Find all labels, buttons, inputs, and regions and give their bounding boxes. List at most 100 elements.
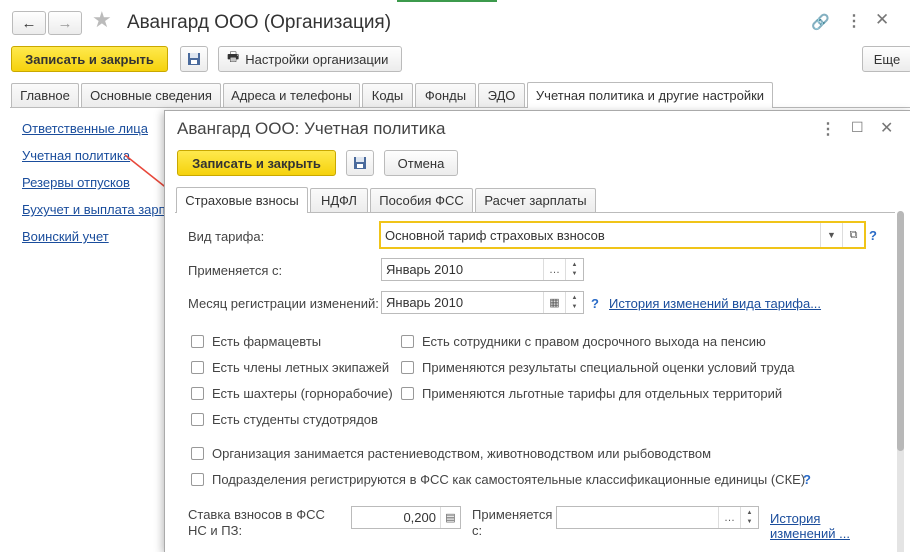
- link-military-registration[interactable]: Воинский учет: [22, 229, 109, 244]
- dialog-more-icon[interactable]: ⋮: [820, 119, 836, 139]
- tab-ndfl[interactable]: НДФЛ: [310, 188, 368, 212]
- tab-insurance-contributions[interactable]: Страховые взносы: [176, 187, 308, 213]
- check-label: Есть члены летных экипажей: [212, 360, 390, 375]
- tariff-label: Вид тарифа:: [188, 229, 265, 244]
- tab-edo[interactable]: ЭДО: [478, 83, 525, 107]
- organization-settings-label: Настройки организации: [245, 51, 389, 67]
- link-icon[interactable]: 🔗: [811, 13, 830, 31]
- rate-value: 0,200: [403, 510, 436, 525]
- chevron-down-icon[interactable]: ▼: [820, 223, 842, 247]
- maximize-icon[interactable]: ☐: [851, 119, 864, 136]
- organization-settings-button[interactable]: 🖶 Настройки организации: [218, 46, 402, 72]
- dialog-close-icon[interactable]: ✕: [880, 118, 893, 138]
- more-icon[interactable]: ⋮: [846, 11, 862, 31]
- tariff-select[interactable]: Основной тариф страховых взносов ▼ ⧉: [379, 221, 866, 249]
- applies-from-value: Январь 2010: [386, 262, 464, 277]
- reg-month-stepper[interactable]: ▲ ▼: [565, 292, 583, 313]
- scrollbar-thumb[interactable]: [897, 211, 904, 451]
- check-label: Применяются льготные тарифы для отдельны…: [422, 386, 783, 401]
- check-label: Есть студенты студотрядов: [212, 412, 378, 427]
- favorite-star-icon[interactable]: ★: [92, 7, 112, 33]
- select-dots-icon[interactable]: …: [543, 259, 565, 280]
- tab-funds[interactable]: Фонды: [415, 83, 476, 107]
- tariff-help-icon[interactable]: ?: [869, 228, 877, 243]
- save-icon-button[interactable]: [180, 46, 208, 72]
- back-button[interactable]: ←: [12, 11, 46, 35]
- checkbox[interactable]: [401, 335, 414, 348]
- reg-month-field[interactable]: Январь 2010 ▦ ▲ ▼: [381, 291, 584, 314]
- floppy-icon: [188, 53, 200, 65]
- checkbox[interactable]: [191, 361, 204, 374]
- tab-fss-benefits[interactable]: Пособия ФСС: [370, 188, 473, 212]
- link-responsible-persons[interactable]: Ответственные лица: [22, 121, 148, 136]
- dialog-save-icon-button[interactable]: [346, 150, 374, 176]
- rate-applies-label-line2: с:: [472, 523, 483, 538]
- month-stepper[interactable]: ▲ ▼: [565, 259, 583, 280]
- checkbox[interactable]: [401, 361, 414, 374]
- check-early-pension[interactable]: Есть сотрудники с правом досрочного выхо…: [401, 334, 766, 349]
- checkbox[interactable]: [191, 335, 204, 348]
- open-form-icon[interactable]: ⧉: [842, 223, 864, 247]
- tab-addresses[interactable]: Адреса и телефоны: [223, 83, 360, 107]
- link-vacation-reserves[interactable]: Резервы отпусков: [22, 175, 130, 190]
- dialog-title: Авангард ООО: Учетная политика: [177, 119, 446, 138]
- tabs-baseline: [10, 107, 910, 108]
- active-tab-indicator: [397, 0, 497, 2]
- check-students[interactable]: Есть студенты студотрядов: [191, 412, 378, 427]
- rate-label-line1: Ставка взносов в ФСС: [188, 507, 325, 522]
- rate-history-link-line1[interactable]: История: [770, 511, 820, 526]
- check-label: Применяются результаты специальной оценк…: [422, 360, 795, 375]
- check-miners[interactable]: Есть шахтеры (горнорабочие): [191, 386, 393, 401]
- checkbox[interactable]: [191, 447, 204, 460]
- scrollbar[interactable]: [897, 211, 904, 552]
- tab-payroll-calc[interactable]: Расчет зарплаты: [475, 188, 596, 212]
- rate-applies-label-line1: Применяется: [472, 507, 553, 522]
- check-label: Есть фармацевты: [212, 334, 322, 349]
- reg-month-help-icon[interactable]: ?: [591, 296, 599, 311]
- tariff-value: Основной тариф страховых взносов: [385, 227, 605, 243]
- link-accounting-policy[interactable]: Учетная политика: [22, 148, 130, 163]
- more-button[interactable]: Еще: [862, 46, 910, 72]
- dialog-save-close-button[interactable]: Записать и закрыть: [177, 150, 336, 176]
- floppy-icon: [354, 157, 366, 169]
- rate-field[interactable]: 0,200 ▤: [351, 506, 461, 529]
- check-territory-tariffs[interactable]: Применяются льготные тарифы для отдельны…: [401, 386, 782, 401]
- check-ske[interactable]: Подразделения регистрируются в ФСС как с…: [191, 472, 805, 487]
- rate-month-stepper[interactable]: ▲ ▼: [740, 507, 758, 528]
- window-title: Авангард ООО (Организация): [127, 12, 392, 33]
- reg-month-label: Месяц регистрации изменений:: [188, 296, 379, 311]
- tariff-history-link[interactable]: История изменений вида тарифа...: [609, 296, 821, 311]
- tab-codes[interactable]: Коды: [362, 83, 413, 107]
- check-label: Подразделения регистрируются в ФСС как с…: [212, 472, 806, 487]
- checkbox[interactable]: [191, 473, 204, 486]
- printer-icon: 🖶: [227, 49, 240, 64]
- calendar-icon[interactable]: ▦: [543, 292, 565, 313]
- select-dots-icon[interactable]: …: [718, 507, 740, 528]
- check-flight-crew[interactable]: Есть члены летных экипажей: [191, 360, 389, 375]
- checkbox[interactable]: [191, 387, 204, 400]
- check-agriculture[interactable]: Организация занимается растениеводством,…: [191, 446, 711, 461]
- check-special-assessment[interactable]: Применяются результаты специальной оценк…: [401, 360, 794, 375]
- save-close-button[interactable]: Записать и закрыть: [11, 46, 168, 72]
- cancel-button[interactable]: Отмена: [384, 150, 458, 176]
- close-icon[interactable]: ✕: [875, 10, 889, 30]
- applies-from-label: Применяется с:: [188, 263, 283, 278]
- check-pharmacists[interactable]: Есть фармацевты: [191, 334, 321, 349]
- rate-history-link-line2[interactable]: изменений ...: [770, 526, 850, 541]
- checkbox[interactable]: [191, 413, 204, 426]
- tab-main[interactable]: Главное: [11, 83, 79, 107]
- rate-applies-field[interactable]: … ▲ ▼: [556, 506, 759, 529]
- rate-label-line2: НС и ПЗ:: [188, 523, 243, 538]
- calculator-icon[interactable]: ▤: [440, 507, 460, 528]
- check-label: Есть шахтеры (горнорабочие): [212, 386, 393, 401]
- reg-month-value: Январь 2010: [386, 295, 464, 310]
- forward-button[interactable]: →: [48, 11, 82, 35]
- checkbox[interactable]: [401, 387, 414, 400]
- check-label: Есть сотрудники с правом досрочного выхо…: [422, 334, 766, 349]
- applies-from-field[interactable]: Январь 2010 … ▲ ▼: [381, 258, 584, 281]
- check-label: Организация занимается растениеводством,…: [212, 446, 712, 461]
- accounting-policy-dialog: Авангард ООО: Учетная политика ⋮ ☐ ✕ Зап…: [164, 110, 910, 552]
- ske-help-icon[interactable]: ?: [803, 472, 811, 487]
- tab-basic-info[interactable]: Основные сведения: [81, 83, 221, 107]
- tab-accounting-policy[interactable]: Учетная политика и другие настройки: [527, 82, 773, 108]
